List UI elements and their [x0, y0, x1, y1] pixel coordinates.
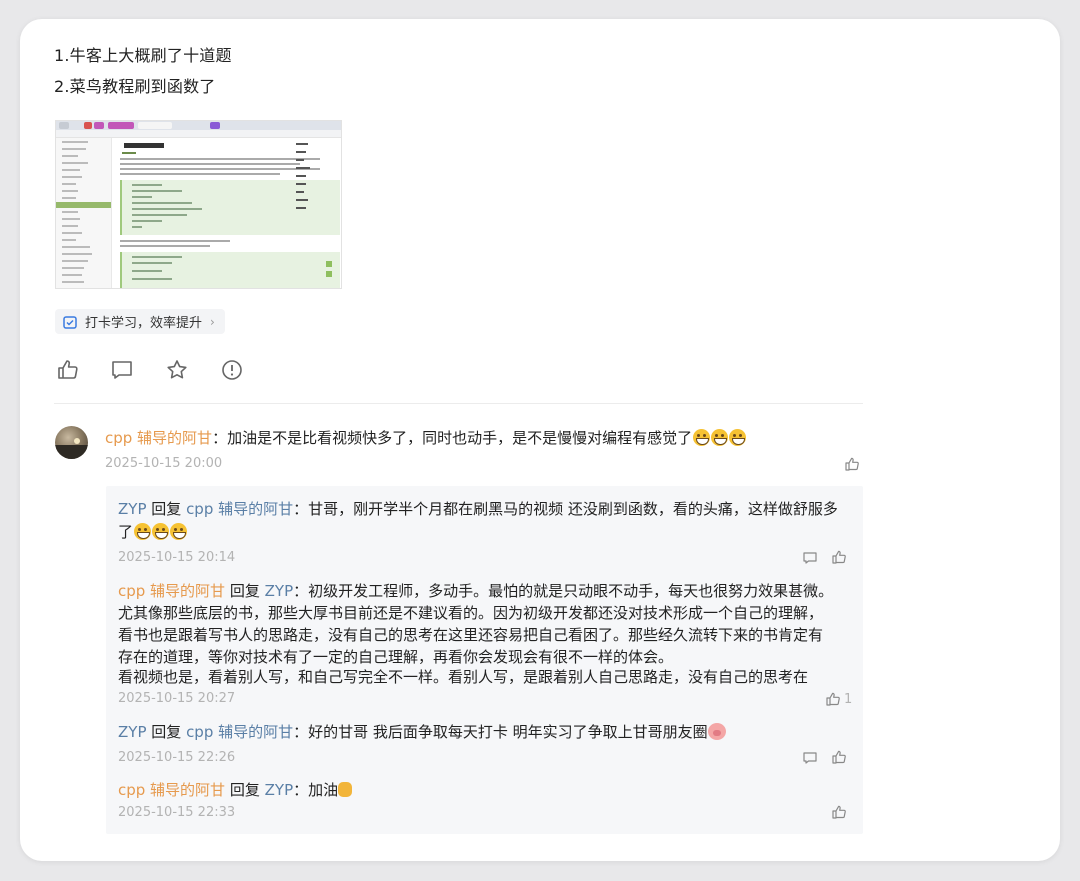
- grin-emoji-icon: [711, 429, 729, 446]
- reply-word: 回复: [151, 500, 182, 518]
- like-icon[interactable]: [844, 456, 860, 472]
- star-icon[interactable]: [165, 358, 189, 382]
- post-text-line-1: 1.牛客上大概刷了十道题: [54, 46, 232, 65]
- reply-2-line-2: 尤其像那些底层的书，那些大厚书目前还是不建议看的。因为初级开发都还没对技术形成一…: [118, 604, 824, 622]
- reply-time: 2025-10-15 20:27: [118, 691, 236, 706]
- report-icon[interactable]: [220, 358, 244, 382]
- like-count: 1: [844, 692, 853, 707]
- reply-time: 2025-10-15 22:26: [118, 750, 236, 765]
- like-icon[interactable]: [56, 358, 80, 382]
- divider: [54, 403, 863, 404]
- pig-emoji-icon: [707, 723, 726, 740]
- reply-3-line-1: ZYP 回复 cpp 辅导的阿甘：好的甘哥 我后面争取每天打卡 明年实习了争取上…: [118, 720, 726, 744]
- reply-1-line-2: 了: [118, 520, 188, 544]
- chevron-right-icon: ›: [210, 314, 215, 329]
- reply-target[interactable]: cpp 辅导的阿甘: [186, 723, 293, 741]
- grin-emoji-icon: [134, 523, 152, 540]
- reply-text: ：甘哥，刚开学半个月都在刷黑马的视频 还没刷到函数，看的头痛，这样做舒服多: [293, 500, 838, 518]
- grin-emoji-icon: [152, 523, 170, 540]
- reply-author[interactable]: cpp 辅导的阿甘: [118, 781, 225, 799]
- reply-author[interactable]: ZYP: [118, 723, 146, 741]
- comment-icon[interactable]: [802, 550, 818, 566]
- thumb-browser-tabbar: [56, 121, 341, 130]
- like-icon[interactable]: [831, 749, 847, 765]
- grin-emoji-icon: [729, 429, 747, 446]
- reply-word: 回复: [229, 781, 260, 799]
- reply-word: 回复: [151, 723, 182, 741]
- topic-tag[interactable]: 打卡学习，效率提升 ›: [55, 309, 225, 334]
- grin-emoji-icon: [170, 523, 188, 540]
- reply-author[interactable]: ZYP: [118, 500, 146, 518]
- comment-time: 2025-10-15 20:00: [105, 456, 223, 471]
- topic-tag-label: 打卡学习，效率提升: [85, 316, 203, 331]
- reply-1-line-1: ZYP 回复 cpp 辅导的阿甘：甘哥，刚开学半个月都在刷黑马的视频 还没刷到函…: [118, 497, 838, 521]
- comment-text: ：加油是不是比看视频快多了，同时也动手，是不是慢慢对编程有感觉了: [212, 429, 693, 447]
- comment-icon[interactable]: [110, 358, 134, 382]
- reply-2-line-5: 看视频也是，看着别人写，和自己写完全不一样。看别人写，是跟着别人自己思路走，没有…: [118, 668, 809, 686]
- thumb-url-bar: [56, 130, 341, 138]
- reply-text: ：初级开发工程师，多动手。最怕的就是只动眼不动手，每天也很努力效果甚微。: [293, 582, 834, 600]
- comment-top: cpp 辅导的阿甘：加油是不是比看视频快多了，同时也动手，是不是慢慢对编程有感觉…: [105, 426, 747, 450]
- post-text-line-2: 2.菜鸟教程刷到函数了: [54, 77, 216, 96]
- comment-icon[interactable]: [802, 750, 818, 766]
- comment-author[interactable]: cpp 辅导的阿甘: [105, 429, 212, 447]
- like-icon[interactable]: [831, 804, 847, 820]
- thumb-sidebar: [56, 138, 112, 288]
- reply-2-line-1: cpp 辅导的阿甘 回复 ZYP：初级开发工程师，多动手。最怕的就是只动眼不动手…: [118, 579, 833, 603]
- fist-emoji-icon: [338, 782, 353, 797]
- reply-2-line-3: 看书也是跟着写书人的思路走，没有自己的思考在这里还容易把自己看困了。那些经久流转…: [118, 626, 824, 644]
- reply-time: 2025-10-15 22:33: [118, 805, 236, 820]
- reply-author[interactable]: cpp 辅导的阿甘: [118, 582, 225, 600]
- reply-4-line-1: cpp 辅导的阿甘 回复 ZYP：加油: [118, 778, 353, 802]
- avatar[interactable]: [55, 426, 88, 459]
- grin-emoji-icon: [693, 429, 711, 446]
- reply-target[interactable]: ZYP: [265, 582, 293, 600]
- checkbox-calendar-icon: [63, 315, 77, 329]
- reply-text: 了: [118, 523, 134, 541]
- reply-text: ：加油: [293, 781, 339, 799]
- post-image-thumbnail[interactable]: [55, 120, 342, 289]
- reply-target[interactable]: ZYP: [265, 781, 293, 799]
- reply-word: 回复: [229, 582, 260, 600]
- like-icon[interactable]: [831, 549, 847, 565]
- reply-target[interactable]: cpp 辅导的阿甘: [186, 500, 293, 518]
- like-icon[interactable]: [825, 691, 841, 707]
- reply-time: 2025-10-15 20:14: [118, 550, 236, 565]
- reply-text: ：好的甘哥 我后面争取每天打卡 明年实习了争取上甘哥朋友圈: [293, 723, 708, 741]
